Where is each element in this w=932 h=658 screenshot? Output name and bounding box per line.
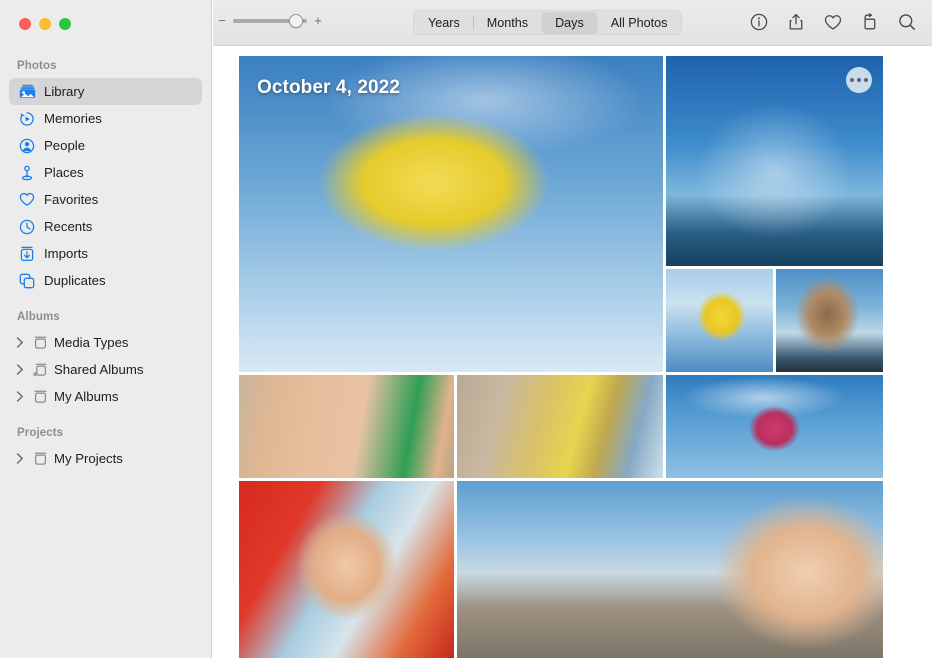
sidebar-item-media-types[interactable]: Media Types — [9, 329, 202, 356]
sidebar-item-recents[interactable]: Recents — [9, 213, 202, 240]
sidebar-section-header-projects: Projects — [0, 427, 211, 445]
photo-cell[interactable] — [239, 481, 454, 658]
photo-thumbnail — [239, 375, 454, 478]
photo-thumbnail — [776, 269, 883, 372]
photo-thumbnail — [666, 375, 883, 478]
sidebar-section-header-photos: Photos — [0, 60, 211, 78]
duplicates-icon — [18, 272, 36, 290]
rotate-icon[interactable] — [859, 11, 881, 33]
sidebar-item-library[interactable]: Library — [9, 78, 202, 105]
sidebar-item-shared-albums[interactable]: Shared Albums — [9, 356, 202, 383]
sidebar-item-duplicates[interactable]: Duplicates — [9, 267, 202, 294]
zoom-slider[interactable]: − + — [217, 14, 323, 27]
sidebar-item-label: Memories — [44, 112, 102, 125]
sidebar-list-projects: My Projects — [0, 445, 211, 472]
tab-all-photos[interactable]: All Photos — [598, 12, 681, 33]
sidebar-item-favorites[interactable]: Favorites — [9, 186, 202, 213]
memories-icon — [18, 110, 36, 128]
photo-thumbnail — [457, 375, 663, 478]
photo-thumbnail — [666, 269, 773, 372]
close-window-button[interactable] — [19, 18, 31, 30]
sidebar-item-label: Recents — [44, 220, 92, 233]
sidebar-item-places[interactable]: Places — [9, 159, 202, 186]
photo-thumbnail — [457, 481, 883, 658]
window-traffic-lights — [0, 0, 211, 44]
minimize-window-button[interactable] — [39, 18, 51, 30]
photo-grid-area: October 4, 2022 — [213, 46, 932, 658]
clock-icon — [18, 218, 36, 236]
content-area: − + Years Months Days All Photos — [213, 0, 932, 658]
photo-thumbnail — [239, 481, 454, 658]
photo-cell[interactable] — [666, 269, 773, 372]
sidebar-item-label: Shared Albums — [54, 363, 143, 376]
sidebar-item-label: Favorites — [44, 193, 98, 206]
zoom-slider-thumb[interactable] — [289, 14, 303, 28]
photo-cell[interactable] — [457, 481, 883, 658]
photo-cell[interactable]: October 4, 2022 — [239, 56, 663, 372]
sidebar-item-label: Library — [44, 85, 84, 98]
tab-years[interactable]: Years — [415, 12, 473, 33]
tab-days[interactable]: Days — [542, 12, 597, 33]
sidebar-item-label: People — [44, 139, 85, 152]
chevron-right-icon[interactable] — [13, 390, 26, 403]
photo-grid: October 4, 2022 — [239, 56, 896, 658]
share-icon[interactable] — [785, 11, 807, 33]
photo-cell-selected[interactable] — [239, 375, 454, 478]
album-folder-icon — [31, 450, 49, 468]
shared-album-folder-icon — [31, 361, 49, 379]
sidebar-item-people[interactable]: People — [9, 132, 202, 159]
heart-icon — [18, 191, 36, 209]
date-header: October 4, 2022 — [257, 77, 400, 99]
sidebar-item-label: My Albums — [54, 390, 119, 403]
zoom-out-label[interactable]: − — [217, 14, 227, 27]
toolbar: − + Years Months Days All Photos — [213, 0, 932, 46]
photo-cell[interactable] — [666, 375, 883, 478]
dot — [850, 78, 854, 82]
search-icon[interactable] — [896, 11, 918, 33]
album-folder-icon — [31, 334, 49, 352]
sidebar: Photos Library — [0, 0, 212, 658]
chevron-right-icon[interactable] — [13, 452, 26, 465]
photo-cell[interactable] — [457, 375, 663, 478]
sidebar-item-label: Duplicates — [44, 274, 106, 287]
sidebar-item-label: Imports — [44, 247, 88, 260]
more-options-button[interactable] — [846, 67, 872, 93]
dot — [857, 78, 861, 82]
sidebar-item-my-projects[interactable]: My Projects — [9, 445, 202, 472]
maximize-window-button[interactable] — [59, 18, 71, 30]
toolbar-actions — [748, 11, 918, 33]
photo-cell[interactable] — [666, 56, 883, 266]
sidebar-item-imports[interactable]: Imports — [9, 240, 202, 267]
zoom-slider-track[interactable] — [233, 19, 307, 23]
sidebar-item-my-albums[interactable]: My Albums — [9, 383, 202, 410]
info-icon[interactable] — [748, 11, 770, 33]
sidebar-item-memories[interactable]: Memories — [9, 105, 202, 132]
view-mode-segmented-control[interactable]: Years Months Days All Photos — [413, 10, 682, 35]
dot — [864, 78, 868, 82]
photo-thumbnail — [239, 56, 663, 372]
album-folder-icon — [31, 388, 49, 406]
import-icon — [18, 245, 36, 263]
people-icon — [18, 137, 36, 155]
favorite-icon[interactable] — [822, 11, 844, 33]
sidebar-item-label: Places — [44, 166, 84, 179]
library-icon — [18, 83, 36, 101]
zoom-in-label[interactable]: + — [313, 14, 323, 27]
tab-months[interactable]: Months — [474, 12, 541, 33]
sidebar-item-label: Media Types — [54, 336, 129, 349]
sidebar-item-label: My Projects — [54, 452, 123, 465]
photos-app-window: Photos Library — [0, 0, 932, 658]
sidebar-list-albums: Media Types Shared Albums — [0, 329, 211, 410]
sidebar-list-photos: Library Memories — [0, 78, 211, 294]
chevron-right-icon[interactable] — [13, 336, 26, 349]
photo-cell[interactable] — [776, 269, 883, 372]
sidebar-section-header-albums: Albums — [0, 311, 211, 329]
chevron-right-icon[interactable] — [13, 363, 26, 376]
places-icon — [18, 164, 36, 182]
